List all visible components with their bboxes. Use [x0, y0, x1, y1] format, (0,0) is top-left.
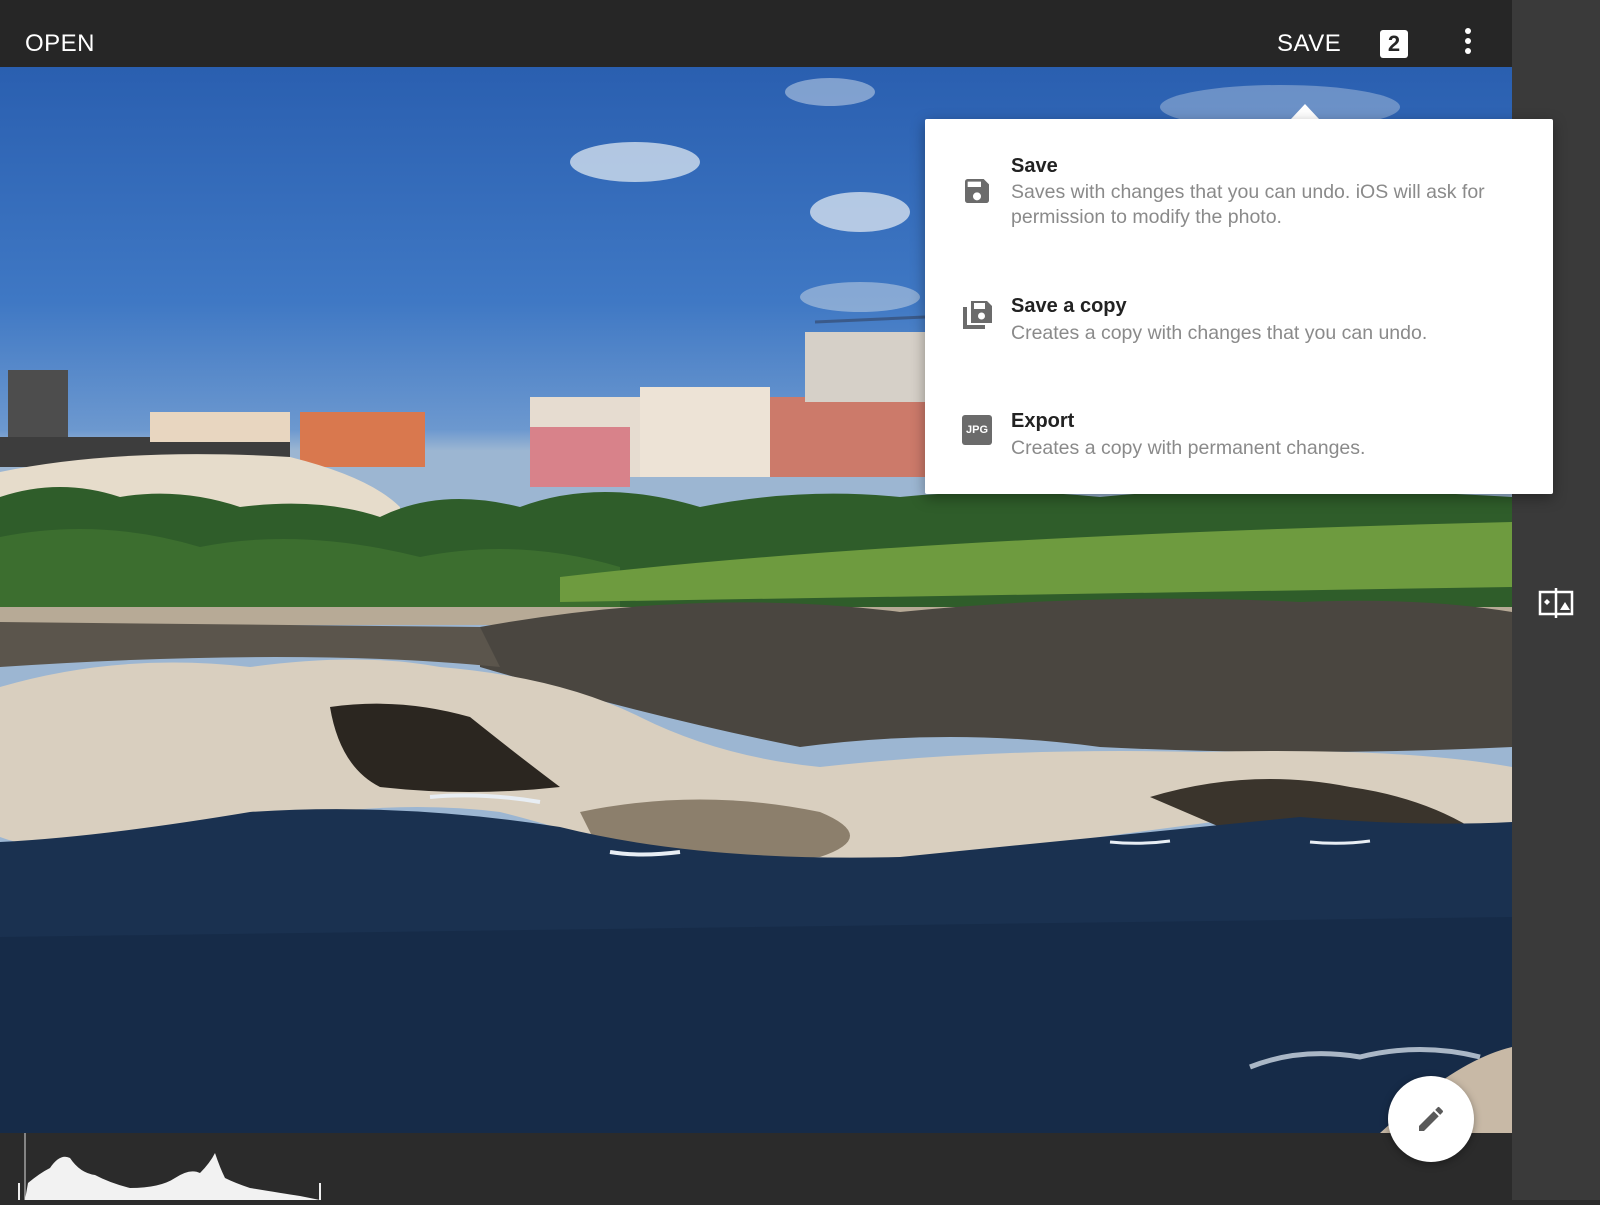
top-toolbar: OPEN SAVE 2 [0, 0, 1512, 67]
edit-stack-badge[interactable]: 2 [1380, 30, 1408, 58]
open-button[interactable]: OPEN [25, 30, 95, 58]
floppy-disk-icon [961, 175, 993, 207]
menu-item-save[interactable]: Save Saves with changes that you can und… [925, 119, 1553, 259]
menu-item-description: Saves with changes that you can undo. iO… [1011, 181, 1485, 228]
menu-item-title: Export [1011, 410, 1075, 432]
jpg-icon-label: JPG [965, 424, 988, 436]
menu-item-description: Creates a copy with changes that you can… [1011, 322, 1428, 344]
save-menu: Save Saves with changes that you can und… [925, 119, 1553, 494]
menu-pointer [1291, 104, 1319, 119]
save-button[interactable]: SAVE [1277, 30, 1341, 58]
more-vert-icon[interactable] [1460, 28, 1476, 62]
compare-icon[interactable] [1538, 588, 1574, 618]
pencil-icon [1419, 1106, 1444, 1131]
edit-fab-button[interactable] [1388, 1076, 1474, 1162]
save-copy-icon [961, 299, 993, 331]
menu-item-title: Save a copy [1011, 295, 1127, 317]
jpg-file-icon: JPG [962, 415, 992, 445]
menu-item-export[interactable]: JPG Export Creates a copy with permanent… [925, 374, 1553, 494]
histogram-chart [18, 1133, 321, 1200]
menu-item-save-copy[interactable]: Save a copy Creates a copy with changes … [925, 259, 1553, 374]
histogram-bar [0, 1133, 1512, 1200]
menu-item-description: Creates a copy with permanent changes. [1011, 437, 1366, 459]
menu-item-title: Save [1011, 155, 1058, 177]
